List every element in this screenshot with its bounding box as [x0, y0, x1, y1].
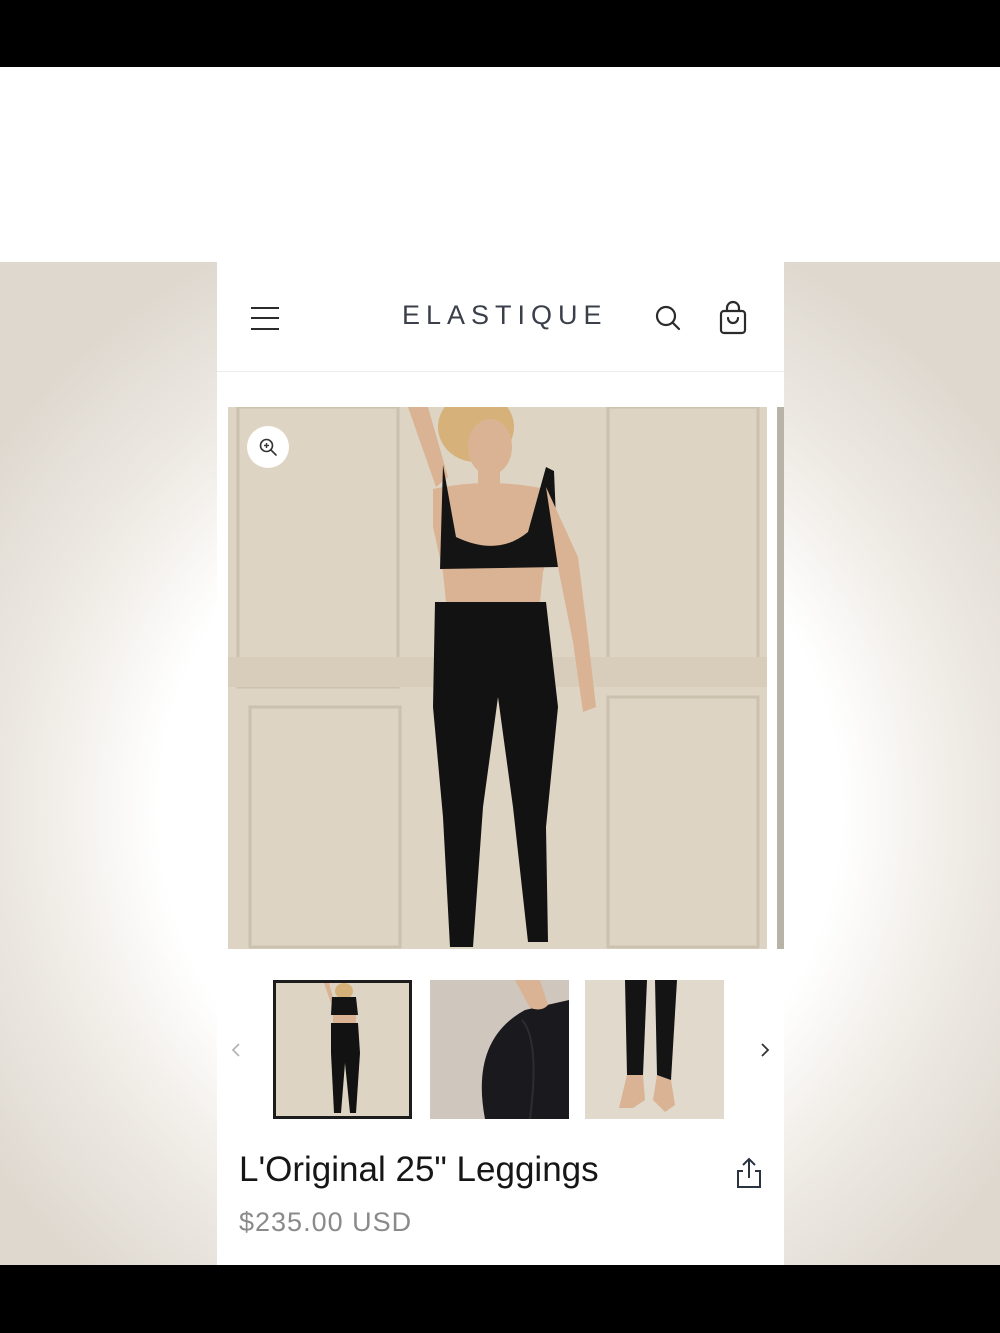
thumbnail-3[interactable]: [585, 980, 724, 1119]
chevron-left-icon: [231, 1043, 240, 1057]
product-main-image[interactable]: [228, 407, 767, 949]
thumbnail-image-front: [276, 983, 409, 1116]
chevron-right-icon: [761, 1043, 770, 1057]
backdrop-top-white: [0, 67, 1000, 262]
zoom-in-icon: [259, 438, 277, 456]
model-photo: [228, 407, 767, 949]
cart-button[interactable]: [716, 300, 750, 336]
top-letterbox: [0, 0, 1000, 67]
share-button[interactable]: [734, 1156, 764, 1190]
next-image-peek: [777, 407, 784, 949]
thumbnail-1[interactable]: [273, 980, 412, 1119]
thumbnail-prev-button[interactable]: [227, 1038, 247, 1062]
product-page: ELASTIQUE L'Original 25" Leggings $235.0…: [217, 262, 784, 1265]
product-price: $235.00 USD: [239, 1207, 413, 1237]
thumbnail-image-rear: [430, 980, 569, 1119]
thumbnail-image-legs: [585, 980, 724, 1119]
site-header: ELASTIQUE: [217, 262, 784, 372]
brand-logo[interactable]: ELASTIQUE: [402, 300, 612, 331]
zoom-button[interactable]: [247, 426, 289, 468]
thumbnail-2[interactable]: [430, 980, 569, 1119]
menu-button[interactable]: [251, 305, 281, 331]
search-button[interactable]: [653, 303, 683, 333]
thumbnail-next-button[interactable]: [754, 1038, 774, 1062]
cart-icon: [719, 300, 747, 335]
search-icon: [655, 305, 681, 331]
thumbnail-strip: [217, 978, 784, 1120]
product-title: L'Original 25" Leggings: [239, 1150, 599, 1189]
bottom-letterbox: [0, 1265, 1000, 1333]
menu-icon: [251, 307, 279, 309]
share-icon: [737, 1157, 761, 1188]
